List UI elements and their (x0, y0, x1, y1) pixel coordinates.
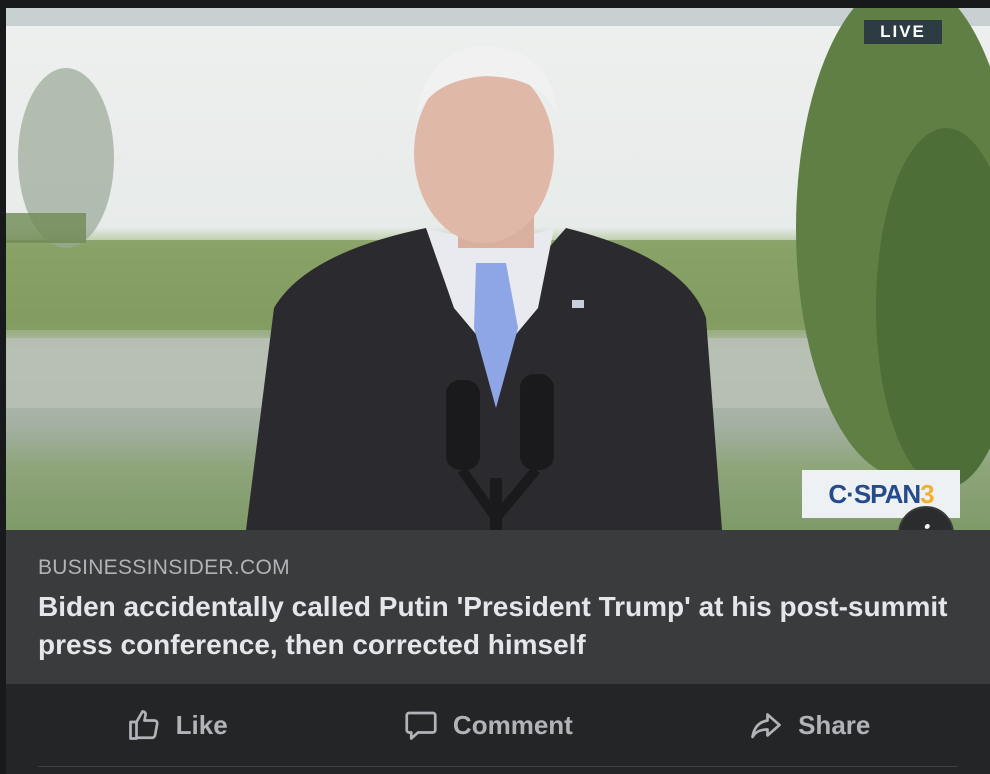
network-logo-text: C·SPAN (828, 479, 921, 509)
video-scene (6, 8, 990, 530)
share-button[interactable]: Share (720, 697, 898, 753)
article-headline[interactable]: Biden accidentally called Putin 'Preside… (38, 588, 958, 664)
action-bar: Like Comment Share (38, 684, 958, 767)
comment-icon (403, 707, 439, 743)
comment-label: Comment (452, 709, 573, 740)
like-label: Like (175, 709, 228, 740)
thumbs-up-icon (126, 707, 162, 743)
live-badge: LIVE (864, 20, 942, 44)
like-button[interactable]: Like (98, 697, 256, 753)
comment-button[interactable]: Comment (375, 697, 601, 753)
post-card: LIVE C·SPAN3 i BUSINESSINSIDER.COM Biden… (6, 8, 990, 774)
network-channel-number: 3 (920, 479, 935, 509)
share-label: Share (798, 709, 871, 740)
link-preview[interactable]: BUSINESSINSIDER.COM Biden accidentally c… (6, 530, 990, 684)
share-icon (748, 707, 784, 743)
source-domain: BUSINESSINSIDER.COM (38, 556, 290, 579)
video-thumbnail[interactable]: LIVE C·SPAN3 (6, 8, 990, 530)
